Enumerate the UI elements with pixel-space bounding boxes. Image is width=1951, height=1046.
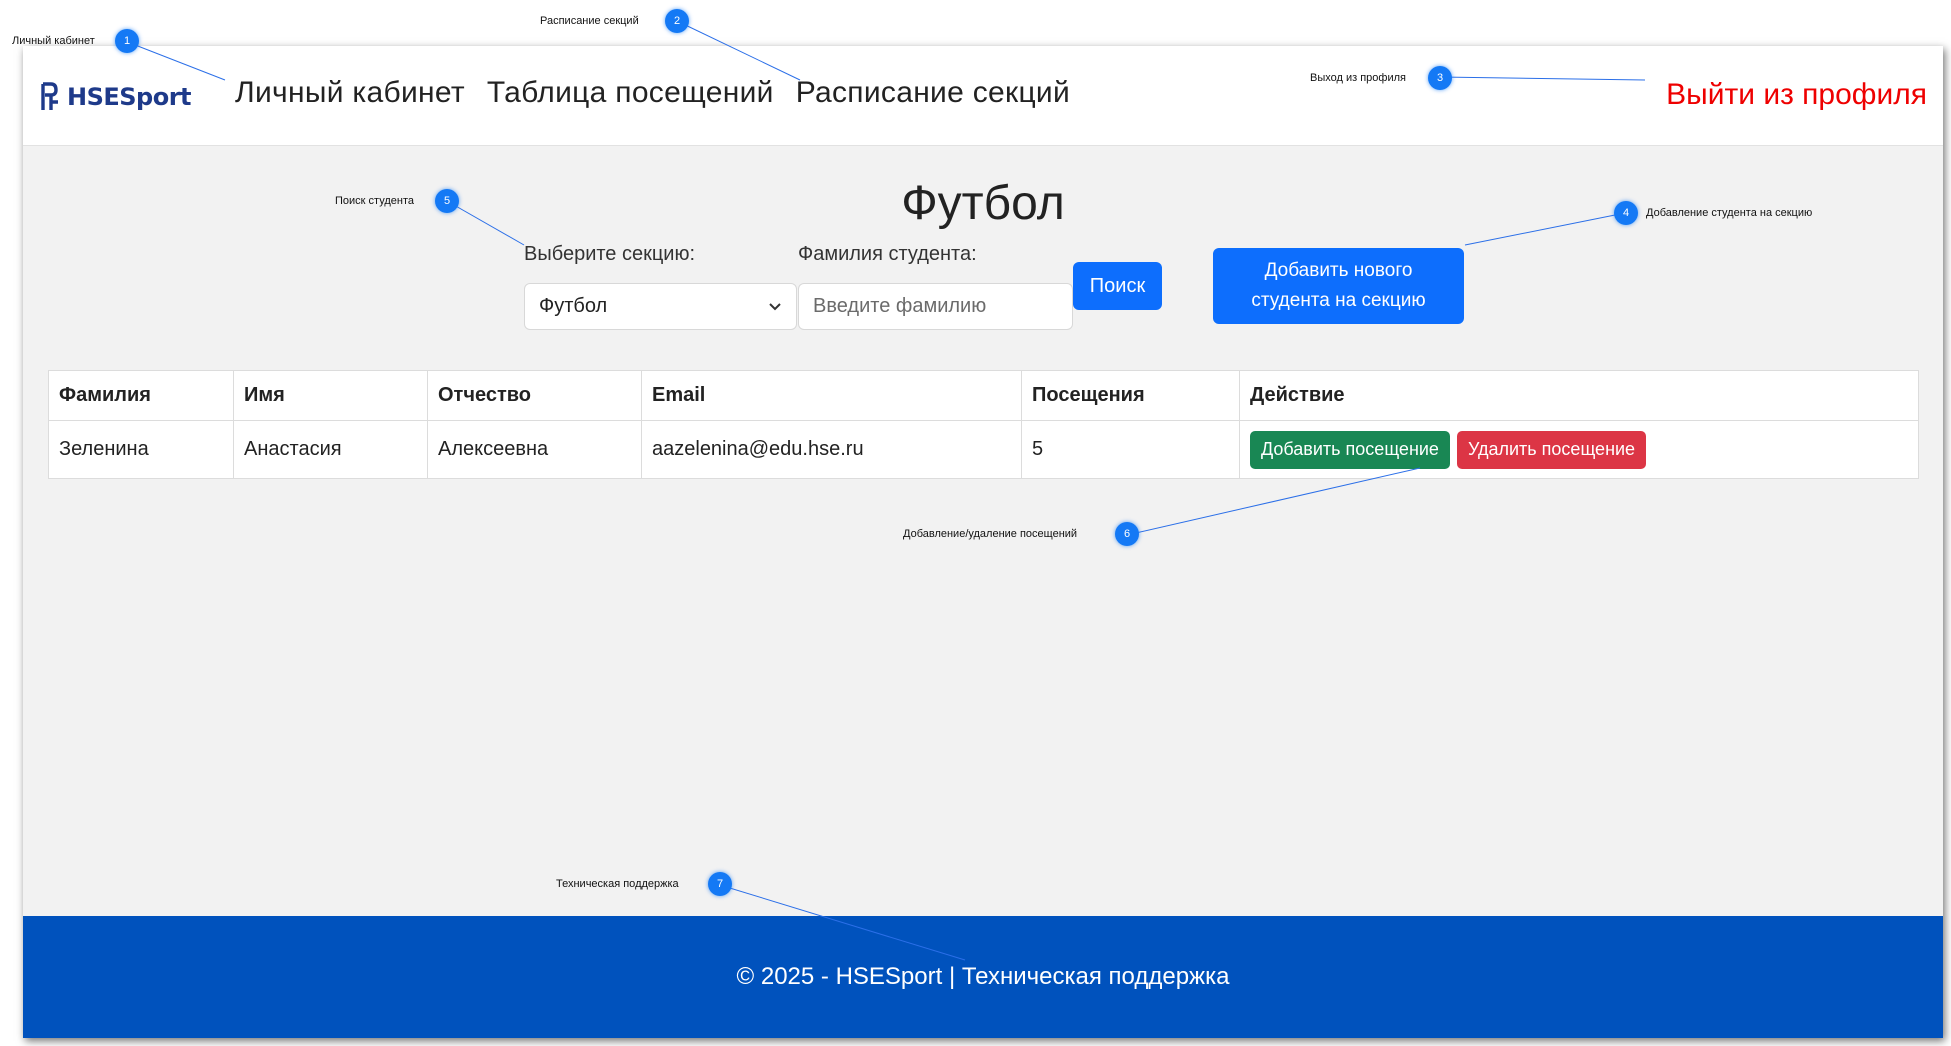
- screenshot-stage: HSESport Личный кабинет Таблица посещени…: [0, 0, 1951, 1046]
- annotation-line-7: [719, 884, 966, 961]
- annotation-label-5: Поиск студента: [335, 195, 414, 207]
- annotation-label-2: Расписание секций: [540, 15, 639, 27]
- annotation-label-4: Добавление студента на секцию: [1646, 207, 1813, 219]
- annotation-line-6: [1126, 467, 1421, 536]
- annotation-line-4: [1464, 212, 1626, 246]
- annotation-marker-7: 7: [708, 872, 732, 896]
- annotation-marker-6: 6: [1115, 522, 1139, 546]
- annotation-label-1: Личный кабинет: [12, 35, 95, 47]
- annotation-lines: [124, 20, 1646, 961]
- annotation-label-3: Выход из профиля: [1310, 72, 1406, 84]
- annotation-marker-2: 2: [665, 9, 689, 33]
- annotation-line-3: [1439, 76, 1646, 81]
- annotation-line-1: [124, 40, 226, 81]
- annotation-label-7: Техническая поддержка: [556, 878, 679, 890]
- annotation-marker-4: 4: [1614, 201, 1638, 225]
- annotation-label-6: Добавление/удаление посещений: [903, 528, 1078, 540]
- annotation-marker-1: 1: [115, 29, 139, 53]
- annotation-line-2: [676, 20, 801, 81]
- annotation-line-5: [446, 200, 525, 246]
- annotation-marker-5: 5: [435, 189, 459, 213]
- annotation-marker-3: 3: [1428, 66, 1452, 90]
